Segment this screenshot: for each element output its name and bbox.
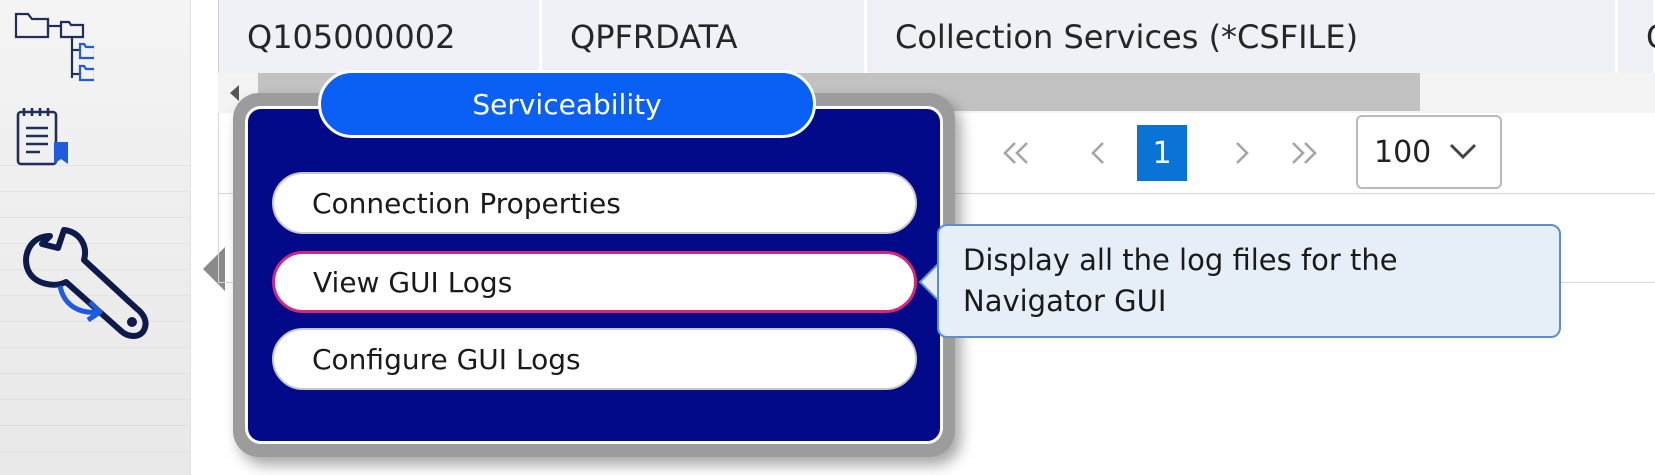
tooltip: Display all the log files for the Naviga… xyxy=(937,224,1561,338)
first-page-button[interactable] xyxy=(994,125,1038,181)
rows-per-page-select[interactable]: 100 xyxy=(1356,115,1502,189)
scroll-left-icon[interactable] xyxy=(230,85,239,101)
folder-tree-icon[interactable] xyxy=(14,8,97,90)
table-cell: QPFRDATA xyxy=(542,0,867,73)
table-cell: C xyxy=(1618,0,1655,73)
tooltip-text-line: Navigator GUI xyxy=(963,284,1167,318)
page-1-button[interactable]: 1 xyxy=(1137,125,1187,181)
connection-properties-button[interactable]: Connection Properties xyxy=(272,172,917,234)
double-chevron-right-icon xyxy=(1292,142,1317,164)
table-row[interactable]: Q105000002 QPFRDATA Collection Services … xyxy=(218,0,1655,73)
chevron-left-icon xyxy=(1091,142,1104,164)
rows-per-page-value: 100 xyxy=(1374,134,1432,170)
tooltip-text-line: Display all the log files for the xyxy=(963,243,1398,277)
document-list-icon[interactable] xyxy=(14,106,74,174)
configure-gui-logs-button[interactable]: Configure GUI Logs xyxy=(272,328,917,390)
chevron-right-icon xyxy=(1236,142,1249,164)
view-gui-logs-button[interactable]: View GUI Logs xyxy=(272,251,917,313)
left-nav-rail xyxy=(0,0,191,475)
table-cell: Collection Services (*CSFILE) xyxy=(867,0,1618,73)
last-page-button[interactable] xyxy=(1282,125,1326,181)
popup-title: Serviceability xyxy=(318,70,816,138)
chevron-down-icon xyxy=(1449,143,1477,160)
table-cell: Q105000002 xyxy=(219,0,542,73)
wrench-icon[interactable] xyxy=(20,226,160,348)
prev-page-button[interactable] xyxy=(1077,125,1121,181)
next-page-button[interactable] xyxy=(1219,125,1263,181)
double-chevron-left-icon xyxy=(1003,142,1028,164)
